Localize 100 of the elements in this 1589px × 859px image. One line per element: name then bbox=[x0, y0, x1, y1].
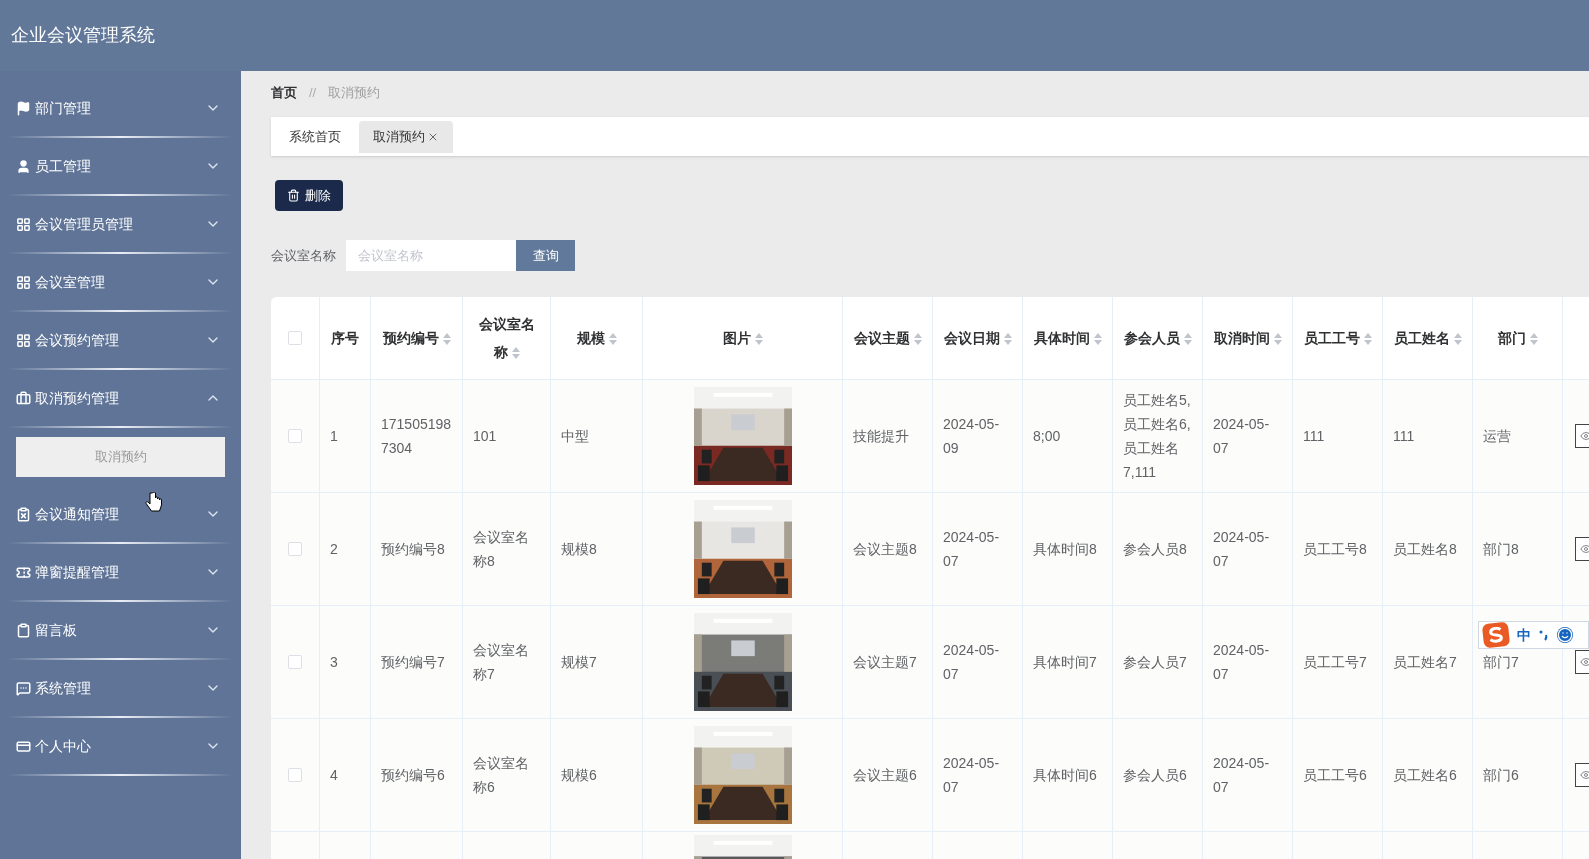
clipboard-icon bbox=[16, 506, 31, 522]
table-cell-text: 参会人员8 bbox=[1123, 540, 1187, 559]
column-header[interactable]: 会议室名称 bbox=[463, 297, 551, 379]
sort-icon[interactable] bbox=[1453, 333, 1462, 346]
sort-icon[interactable] bbox=[1093, 333, 1102, 346]
sidebar-label: 取消预约管理 bbox=[35, 388, 119, 408]
cursor-icon bbox=[145, 492, 163, 514]
sidebar-item[interactable]: 会议室管理 bbox=[0, 254, 241, 310]
eye-icon bbox=[1580, 543, 1589, 555]
table-cell-text: 111 bbox=[1303, 427, 1325, 446]
search-field[interactable]: 会议室名称 bbox=[346, 240, 516, 271]
sidebar-label: 部门管理 bbox=[35, 98, 91, 118]
table-cell-text: 8;00 bbox=[1033, 427, 1061, 446]
sidebar-label: 会议通知管理 bbox=[35, 504, 119, 524]
sort-icon[interactable] bbox=[1529, 333, 1538, 346]
column-header[interactable]: 会议主题 bbox=[843, 297, 933, 379]
sidebar-item[interactable]: 部门管理 bbox=[0, 80, 241, 136]
column-header[interactable]: 预约编号 bbox=[371, 297, 463, 379]
sidebar-label: 员工管理 bbox=[35, 156, 91, 176]
column-header[interactable]: 规模 bbox=[551, 297, 643, 379]
sort-icon[interactable] bbox=[1003, 333, 1012, 346]
sort-icon[interactable] bbox=[608, 333, 617, 346]
table-cell-text: 会议室名称6 bbox=[473, 754, 530, 797]
grid-icon bbox=[16, 332, 31, 348]
sort-icon[interactable] bbox=[1273, 333, 1282, 346]
table-cell-text: 部门6 bbox=[1483, 766, 1519, 785]
sidebar-item[interactable]: 员工管理 bbox=[0, 138, 241, 194]
table-cell-text: 参会人员6 bbox=[1123, 766, 1187, 785]
table-cell-text: 部门8 bbox=[1483, 540, 1519, 559]
sort-icon[interactable] bbox=[442, 333, 451, 346]
sidebar-label: 个人中心 bbox=[35, 736, 91, 756]
card-icon bbox=[16, 738, 31, 754]
delete-button[interactable]: 删除 bbox=[275, 180, 343, 211]
table-cell-text: 员工工号8 bbox=[1303, 540, 1367, 559]
sort-icon[interactable] bbox=[1363, 333, 1372, 346]
sidebar-item[interactable]: 个人中心 bbox=[0, 718, 241, 774]
ticket-icon bbox=[16, 564, 31, 580]
grid-icon bbox=[16, 274, 31, 290]
sidebar-item[interactable]: 系统管理 bbox=[0, 660, 241, 716]
table-cell-text: 会议主题6 bbox=[853, 766, 917, 785]
ime-mode[interactable]: 中 bbox=[1517, 624, 1531, 646]
table-cell-text: 技能提升 bbox=[853, 427, 909, 446]
column-header[interactable]: 部门 bbox=[1473, 297, 1563, 379]
table-cell-text: 4 bbox=[330, 766, 338, 785]
column-header[interactable]: 取消时间 bbox=[1203, 297, 1293, 379]
column-header[interactable]: 图片 bbox=[643, 297, 843, 379]
sidebar-item[interactable]: 会议管理员管理 bbox=[0, 196, 241, 252]
sort-icon[interactable] bbox=[913, 333, 922, 346]
emoji-icon[interactable] bbox=[1557, 627, 1573, 643]
table-cell-text: 2024-05-07 bbox=[1213, 415, 1271, 458]
sidebar-item[interactable]: 取消预约管理 bbox=[0, 370, 241, 426]
ime-logo-icon[interactable] bbox=[1481, 621, 1511, 649]
sidebar-item[interactable]: 留言板 bbox=[0, 602, 241, 658]
table-cell-text: 员工工号7 bbox=[1303, 653, 1367, 672]
table-cell-text: 规模7 bbox=[561, 653, 597, 672]
table-cell-text: 员工姓名6 bbox=[1393, 766, 1457, 785]
table-cell-text: 员工姓名5,员工姓名6,员工姓名7,111 bbox=[1123, 391, 1192, 482]
page-tab[interactable]: 取消预约 bbox=[359, 120, 453, 153]
checkbox[interactable] bbox=[288, 542, 302, 556]
table-cell-text: 会议室名称7 bbox=[473, 641, 530, 684]
checkbox[interactable] bbox=[288, 768, 302, 782]
app-title: 企业会议管理系统 bbox=[11, 24, 155, 47]
chat-icon bbox=[16, 680, 31, 696]
user-icon bbox=[16, 158, 31, 174]
table-cell-text: 预约编号8 bbox=[381, 540, 445, 559]
sidebar-item[interactable]: 弹窗提醒管理 bbox=[0, 544, 241, 600]
table-cell-text: 员工姓名7 bbox=[1393, 653, 1457, 672]
eye-icon bbox=[1580, 769, 1589, 781]
checkbox[interactable] bbox=[288, 331, 302, 345]
table-cell-text: 具体时间8 bbox=[1033, 540, 1097, 559]
trash-icon bbox=[287, 189, 300, 202]
table-cell-text: 2024-05-07 bbox=[943, 641, 1001, 684]
grid-icon bbox=[16, 216, 31, 232]
table-cell-text: 参会人员7 bbox=[1123, 653, 1187, 672]
column-header[interactable]: 具体时间 bbox=[1023, 297, 1113, 379]
table-cell-text: 2024-05-07 bbox=[1213, 754, 1271, 797]
table-cell-text: 会议室名称8 bbox=[473, 528, 530, 571]
column-header[interactable]: 会议日期 bbox=[933, 297, 1023, 379]
checkbox[interactable] bbox=[288, 429, 302, 443]
search-button[interactable]: 查询 bbox=[516, 240, 575, 271]
sidebar-item[interactable]: 会议预约管理 bbox=[0, 312, 241, 368]
sort-icon[interactable] bbox=[1183, 333, 1192, 346]
breadcrumb-item[interactable]: 首页 bbox=[271, 83, 297, 103]
column-header[interactable]: 参会人员 bbox=[1113, 297, 1203, 379]
table-cell-text: 规模6 bbox=[561, 766, 597, 785]
eye-icon bbox=[1580, 430, 1589, 442]
table-cell-text: 会议主题8 bbox=[853, 540, 917, 559]
column-header[interactable]: 员工姓名 bbox=[1383, 297, 1473, 379]
sort-icon[interactable] bbox=[754, 333, 763, 346]
column-header[interactable]: 员工工号 bbox=[1293, 297, 1383, 379]
table-cell-text: 员工工号6 bbox=[1303, 766, 1367, 785]
checkbox[interactable] bbox=[288, 655, 302, 669]
sidebar-label: 会议预约管理 bbox=[35, 330, 119, 350]
eye-icon bbox=[1580, 656, 1589, 668]
sort-icon[interactable] bbox=[511, 347, 520, 360]
table-cell-text: 2024-05-09 bbox=[943, 415, 1001, 458]
column-header: 序号 bbox=[320, 297, 371, 379]
table-cell-text: 2024-05-07 bbox=[1213, 528, 1271, 571]
punctuation-icon[interactable] bbox=[1539, 629, 1549, 641]
flag-icon bbox=[16, 100, 31, 116]
